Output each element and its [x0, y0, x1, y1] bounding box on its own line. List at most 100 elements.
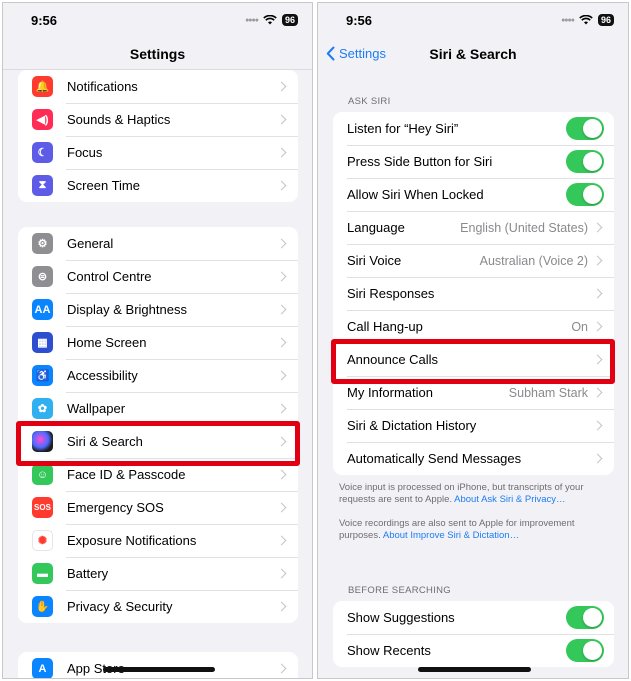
chevron-right-icon [592, 321, 603, 332]
toggle-switch[interactable] [566, 183, 604, 206]
chevron-right-icon [276, 271, 287, 282]
section-header-before-searching: BEFORE SEARCHING [348, 585, 451, 596]
signal-icon: ●●●● [245, 16, 259, 24]
row-announce-calls[interactable]: Announce Calls [333, 343, 614, 376]
wifi-icon [579, 15, 593, 25]
chevron-right-icon [276, 469, 287, 480]
row-label: Listen for “Hey Siri” [347, 121, 459, 136]
home-indicator [103, 667, 215, 672]
row-label: Display & Brightness [67, 302, 187, 317]
chevron-right-icon [276, 568, 287, 579]
settings-row-battery[interactable]: ▬ Battery [18, 557, 298, 590]
toggle-knob [583, 119, 602, 138]
row-show-suggestions[interactable]: Show Suggestions [333, 601, 614, 634]
row-value: English (United States) [460, 220, 588, 235]
app-store-icon: A [32, 658, 53, 678]
row-label: Focus [67, 145, 103, 160]
status-bar: 9:56 ●●●● 96 [3, 3, 312, 39]
settings-row-accessibility[interactable]: ♿ Accessibility [18, 359, 298, 392]
about-improve-siri-link[interactable]: About Improve Siri & Dictation… [383, 530, 519, 541]
chevron-right-icon [276, 180, 287, 191]
face-id-icon: ☺ [32, 464, 53, 485]
toggle-knob [583, 608, 602, 627]
speaker-icon: ◀) [32, 109, 53, 130]
row-siri-and-dictation-history[interactable]: Siri & Dictation History [333, 409, 614, 442]
settings-row-display-and-brightness[interactable]: AA Display & Brightness [18, 293, 298, 326]
settings-group-3: A App Store [18, 652, 298, 678]
row-label: Sounds & Haptics [67, 112, 171, 127]
row-label: Emergency SOS [67, 500, 164, 515]
settings-row-siri-and-search[interactable]: Siri & Search [18, 425, 298, 458]
chevron-right-icon [592, 288, 603, 299]
toggle-switch[interactable] [566, 606, 604, 629]
row-label: Automatically Send Messages [347, 451, 522, 466]
chevron-right-icon [276, 370, 287, 381]
row-label: Siri & Search [67, 434, 143, 449]
status-bar: 9:56 ●●●● 96 [318, 3, 628, 39]
row-label: Siri Responses [347, 286, 435, 301]
siri-search-screen: 9:56 ●●●● 96 Settings Siri & Search ASK … [317, 2, 629, 679]
settings-row-focus[interactable]: ☾ Focus [18, 136, 298, 169]
row-siri-voice[interactable]: Siri Voice Australian (Voice 2) [333, 244, 614, 277]
row-language[interactable]: Language English (United States) [333, 211, 614, 244]
row-automatically-send-messages[interactable]: Automatically Send Messages [333, 442, 614, 475]
row-label: Privacy & Security [67, 599, 173, 614]
settings-row-control-centre[interactable]: ⊜ Control Centre [18, 260, 298, 293]
toggle-switch[interactable] [566, 117, 604, 140]
settings-row-home-screen[interactable]: ▦ Home Screen [18, 326, 298, 359]
settings-screen: 9:56 ●●●● 96 Settings 🔔 Notifications ◀) So… [2, 2, 313, 679]
row-label: Accessibility [67, 368, 138, 383]
row-value: Subham Stark [508, 385, 588, 400]
row-label: Show Recents [347, 643, 431, 658]
settings-row-general[interactable]: ⚙ General [18, 227, 298, 260]
row-label: Language [347, 220, 405, 235]
row-my-information[interactable]: My Information Subham Stark [333, 376, 614, 409]
row-label: Exposure Notifications [67, 533, 197, 548]
row-press-side-button-for-siri[interactable]: Press Side Button for Siri [333, 145, 614, 178]
settings-row-app-store[interactable]: A App Store [18, 652, 298, 678]
text-size-icon: AA [32, 299, 53, 320]
settings-row-screen-time[interactable]: ⧗ Screen Time [18, 169, 298, 202]
settings-row-wallpaper[interactable]: ✿ Wallpaper [18, 392, 298, 425]
settings-row-face-id-and-passcode[interactable]: ☺ Face ID & Passcode [18, 458, 298, 491]
chevron-right-icon [276, 535, 287, 546]
row-label: General [67, 236, 114, 251]
row-value: On [571, 319, 588, 334]
settings-group-1: 🔔 Notifications ◀) Sounds & Haptics ☾ Focus ⧗ S… [18, 70, 298, 202]
footnote-improve-siri: Voice recordings are also sent to Apple … [339, 518, 575, 541]
settings-group-2: ⚙ General ⊜ Control Centre AA Display & Brigh… [18, 227, 298, 623]
row-allow-siri-when-locked[interactable]: Allow Siri When Locked [333, 178, 614, 211]
grid-icon: ▦ [32, 332, 53, 353]
row-listen-for-hey-siri[interactable]: Listen for “Hey Siri” [333, 112, 614, 145]
before-searching-group: Show Suggestions Show Recents [333, 601, 614, 667]
status-icons: ●●●● 96 [561, 14, 614, 26]
row-label: My Information [347, 385, 433, 400]
chevron-right-icon [276, 304, 287, 315]
status-icons: ●●●● 96 [245, 14, 298, 26]
about-ask-siri-link[interactable]: About Ask Siri & Privacy… [454, 494, 565, 505]
row-call-hang-up[interactable]: Call Hang-up On [333, 310, 614, 343]
row-show-recents[interactable]: Show Recents [333, 634, 614, 667]
toggle-switch[interactable] [566, 639, 604, 662]
settings-row-sounds-and-haptics[interactable]: ◀) Sounds & Haptics [18, 103, 298, 136]
chevron-right-icon [592, 354, 603, 365]
ask-siri-group: Listen for “Hey Siri” Press Side Button f… [333, 112, 614, 475]
settings-row-emergency-sos[interactable]: SOS Emergency SOS [18, 491, 298, 524]
settings-row-privacy-and-security[interactable]: ✋ Privacy & Security [18, 590, 298, 623]
settings-row-notifications[interactable]: 🔔 Notifications [18, 70, 298, 103]
row-label: Control Centre [67, 269, 152, 284]
settings-row-exposure-notifications[interactable]: ✺ Exposure Notifications [18, 524, 298, 557]
toggle-knob [583, 152, 602, 171]
moon-icon: ☾ [32, 142, 53, 163]
row-label: Allow Siri When Locked [347, 187, 484, 202]
chevron-right-icon [276, 502, 287, 513]
row-siri-responses[interactable]: Siri Responses [333, 277, 614, 310]
page-title: Siri & Search [429, 46, 517, 62]
signal-icon: ●●●● [561, 16, 575, 24]
chevron-right-icon [276, 601, 287, 612]
hand-icon: ✋ [32, 596, 53, 617]
toggle-switch[interactable] [566, 150, 604, 173]
chevron-right-icon [592, 255, 603, 266]
row-label: Announce Calls [347, 352, 439, 367]
row-label: Notifications [67, 79, 138, 94]
